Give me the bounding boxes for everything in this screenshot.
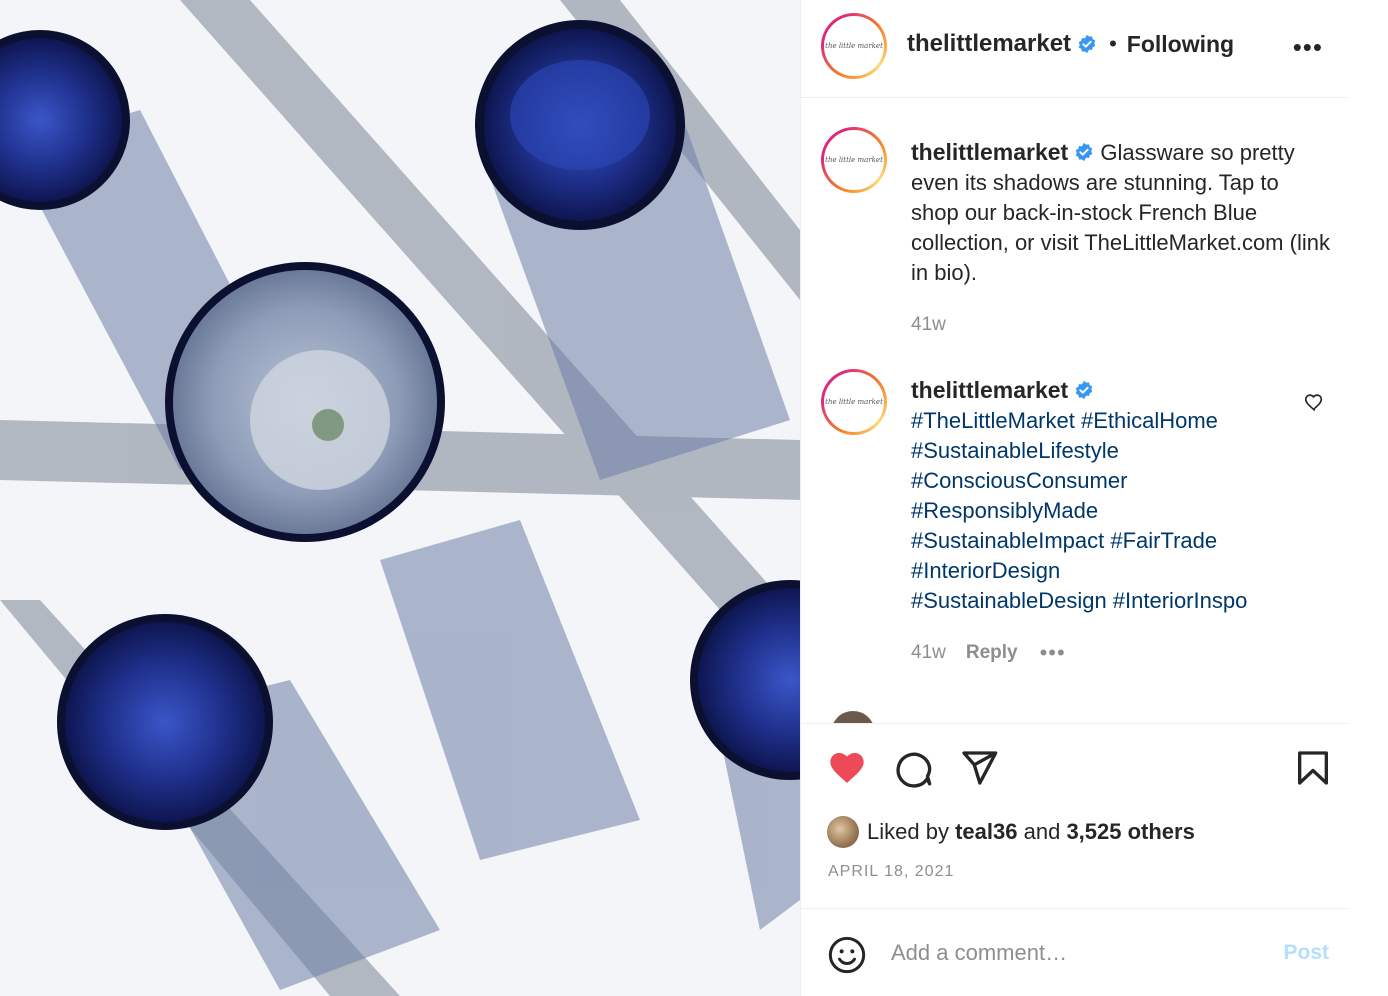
hashtag-line[interactable]: #TheLittleMarket #EthicalHome (911, 406, 1331, 436)
heart-filled-icon[interactable] (827, 748, 867, 788)
comment-username[interactable]: thelittlemarket (911, 377, 1068, 403)
hashtag-line[interactable]: #ResponsiblyMade (911, 496, 1331, 526)
hashtag-line[interactable]: #SustainableDesign #InteriorInspo (911, 586, 1331, 616)
post-header: the little market thelittlemarket • Foll… (801, 0, 1349, 98)
likes-prefix: Liked by (867, 819, 949, 844)
add-comment-input[interactable] (891, 933, 1251, 973)
post-detail-panel: the little market thelittlemarket • Foll… (800, 0, 1349, 996)
likes-summary: Liked by teal36 and 3,525 others (827, 816, 1195, 848)
smiley-icon[interactable] (827, 935, 867, 975)
avatar-logo-text: the little market (825, 398, 883, 406)
header-separator: • (1109, 31, 1117, 56)
comment-age: 41w (911, 642, 946, 663)
comment-options-button[interactable]: ••• (1040, 638, 1066, 668)
caption-age: 41w (911, 314, 946, 335)
verified-badge-icon (1075, 380, 1093, 400)
caption-avatar[interactable]: the little market (821, 127, 887, 193)
glass-bottom-left (57, 614, 273, 830)
glass-top-right (475, 20, 685, 230)
verified-badge-icon (1078, 34, 1096, 54)
post-date: APRIL 18, 2021 (828, 863, 955, 880)
avatar-logo-text: the little market (825, 42, 883, 50)
next-comment-partial (831, 705, 1331, 723)
hashtag-line[interactable]: #ConsciousConsumer (911, 466, 1331, 496)
like-comment-heart-icon[interactable] (1303, 391, 1325, 413)
hashtag-line[interactable]: #SustainableLifestyle (911, 436, 1331, 466)
post-photo (0, 0, 800, 996)
caption-username[interactable]: thelittlemarket (911, 139, 1068, 165)
likes-count[interactable]: 3,525 others (1066, 819, 1194, 845)
paper-plane-icon[interactable] (959, 748, 999, 788)
post-comment-button[interactable]: Post (1283, 941, 1329, 965)
author-username[interactable]: thelittlemarket (907, 30, 1071, 58)
page-margin (1348, 0, 1388, 996)
liker-avatar[interactable] (827, 816, 859, 848)
following-button[interactable]: Following (1127, 31, 1234, 58)
post-actions: Liked by teal36 and 3,525 others APRIL 1… (801, 723, 1349, 908)
avatar-logo-text: the little market (825, 156, 883, 164)
glass-center (165, 262, 445, 542)
comment-avatar[interactable]: the little market (821, 369, 887, 435)
add-comment-bar: Post (801, 908, 1349, 996)
comment-bubble-icon[interactable] (893, 748, 933, 788)
hashtag-line[interactable]: #InteriorDesign (911, 556, 1331, 586)
reply-button[interactable]: Reply (966, 638, 1018, 668)
liker-username[interactable]: teal36 (955, 819, 1017, 845)
bookmark-icon[interactable] (1293, 748, 1333, 788)
glassware-photo (0, 0, 800, 996)
author-avatar[interactable]: the little market (821, 13, 887, 79)
likes-and: and (1023, 819, 1061, 844)
comments-list: the little market thelittlemarket Glassw… (801, 99, 1349, 723)
verified-badge-icon (1075, 142, 1093, 162)
hashtag-line[interactable]: #SustainableImpact #FairTrade (911, 526, 1331, 556)
more-options-button[interactable]: ••• (1293, 32, 1323, 63)
